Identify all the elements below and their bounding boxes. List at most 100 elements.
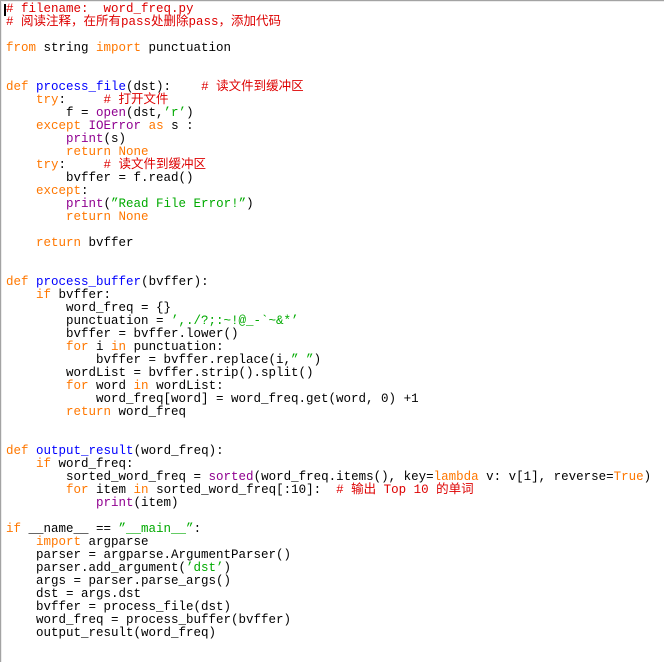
code-token: word_freq[word] = word_freq.get(word, 0)… <box>6 392 419 406</box>
code-token: return <box>36 236 82 250</box>
code-token: import <box>36 535 82 549</box>
code-line: from string import punctuation <box>6 42 664 55</box>
code-token: lambda <box>433 470 479 484</box>
code-token: from <box>6 41 37 55</box>
code-token: if <box>36 288 52 302</box>
code-token: punctuation: <box>126 340 224 354</box>
code-token: bvffer: <box>51 288 112 302</box>
code-token: (dst, <box>126 106 164 120</box>
code-token: if <box>6 522 22 536</box>
code-token: : <box>81 184 89 198</box>
code-token: parser.add_argument( <box>6 561 187 575</box>
code-token: parser = argparse.ArgumentParser() <box>6 548 292 562</box>
code-token: open <box>96 106 127 120</box>
code-token: f = <box>6 106 97 120</box>
code-token: ’r’ <box>163 106 187 120</box>
code-token: (s) <box>103 132 127 146</box>
code-line: # 阅读注释，在所有pass处删除pass，添加代码 <box>6 16 664 29</box>
code-line: output_result(word_freq) <box>6 627 664 640</box>
code-token: ) <box>246 197 254 211</box>
code-token: try <box>36 93 59 107</box>
code-token: None <box>118 210 149 224</box>
code-token: def <box>6 444 29 458</box>
code-token: # 读文件到缓冲区 <box>201 80 304 94</box>
text-cursor <box>4 4 6 16</box>
code-token: # 打开文件 <box>103 93 169 107</box>
code-token: __name__ == <box>21 522 119 536</box>
code-token: ’,./?;:~!@_-`~&*’ <box>171 314 299 328</box>
code-token: as <box>148 119 164 133</box>
code-token: def <box>6 80 29 94</box>
code-token: return <box>66 145 112 159</box>
code-token: in <box>133 483 149 497</box>
code-line: return None <box>6 211 664 224</box>
code-token: (bvffer): <box>141 275 209 289</box>
code-token: ’dst’ <box>186 561 224 575</box>
code-area[interactable]: # filename: word_freq.py # 阅读注释，在所有pass处删… <box>1 1 664 640</box>
code-token: in <box>111 340 127 354</box>
code-token: argparse <box>81 535 149 549</box>
code-token: item <box>88 483 134 497</box>
code-token: ”Read File Error!” <box>111 197 247 211</box>
code-token: : <box>58 93 104 107</box>
code-token: output_result <box>36 444 134 458</box>
code-token: bvffer <box>81 236 134 250</box>
code-token: string <box>36 41 97 55</box>
code-token: None <box>118 145 149 159</box>
code-token: print <box>96 496 134 510</box>
code-token: True <box>613 470 644 484</box>
code-token: try <box>36 158 59 172</box>
code-token: (word_freq.items(), key= <box>253 470 434 484</box>
code-line: return bvffer <box>6 237 664 250</box>
code-token: return <box>66 210 112 224</box>
code-token: v: v[1], reverse= <box>478 470 614 484</box>
code-line: print(item) <box>6 497 664 510</box>
code-token: dst = args.dst <box>6 587 142 601</box>
code-token: word_freq: <box>51 457 134 471</box>
code-token: word_freq = process_buffer(bvffer) <box>6 613 292 627</box>
code-token: IOError <box>88 119 142 133</box>
code-token: sorted_word_freq = <box>6 470 209 484</box>
code-token: ”__main__” <box>118 522 194 536</box>
code-editor[interactable]: # filename: word_freq.py # 阅读注释，在所有pass处删… <box>0 0 664 662</box>
code-token: print <box>66 197 104 211</box>
code-token: # 读文件到缓冲区 <box>103 158 207 172</box>
code-line: bvffer = f.read() <box>6 172 664 185</box>
code-token: sorted_word_freq[:10]: <box>148 483 337 497</box>
code-token: except <box>36 119 82 133</box>
code-token: (item) <box>133 496 179 510</box>
code-token: process_file <box>36 80 127 94</box>
code-token: bvffer = bvffer.lower() <box>6 327 239 341</box>
code-token: punctuation = <box>6 314 172 328</box>
code-token: print <box>66 132 104 146</box>
code-token: for <box>66 483 89 497</box>
code-token: ) <box>223 561 232 575</box>
code-token: punctuation <box>141 41 232 55</box>
code-token: # 阅读注释，在所有pass处删除pass，添加代码 <box>6 15 282 29</box>
code-token: import <box>96 41 142 55</box>
code-token: for <box>66 379 89 393</box>
code-token: def <box>6 275 29 289</box>
code-token: (dst): <box>126 80 202 94</box>
